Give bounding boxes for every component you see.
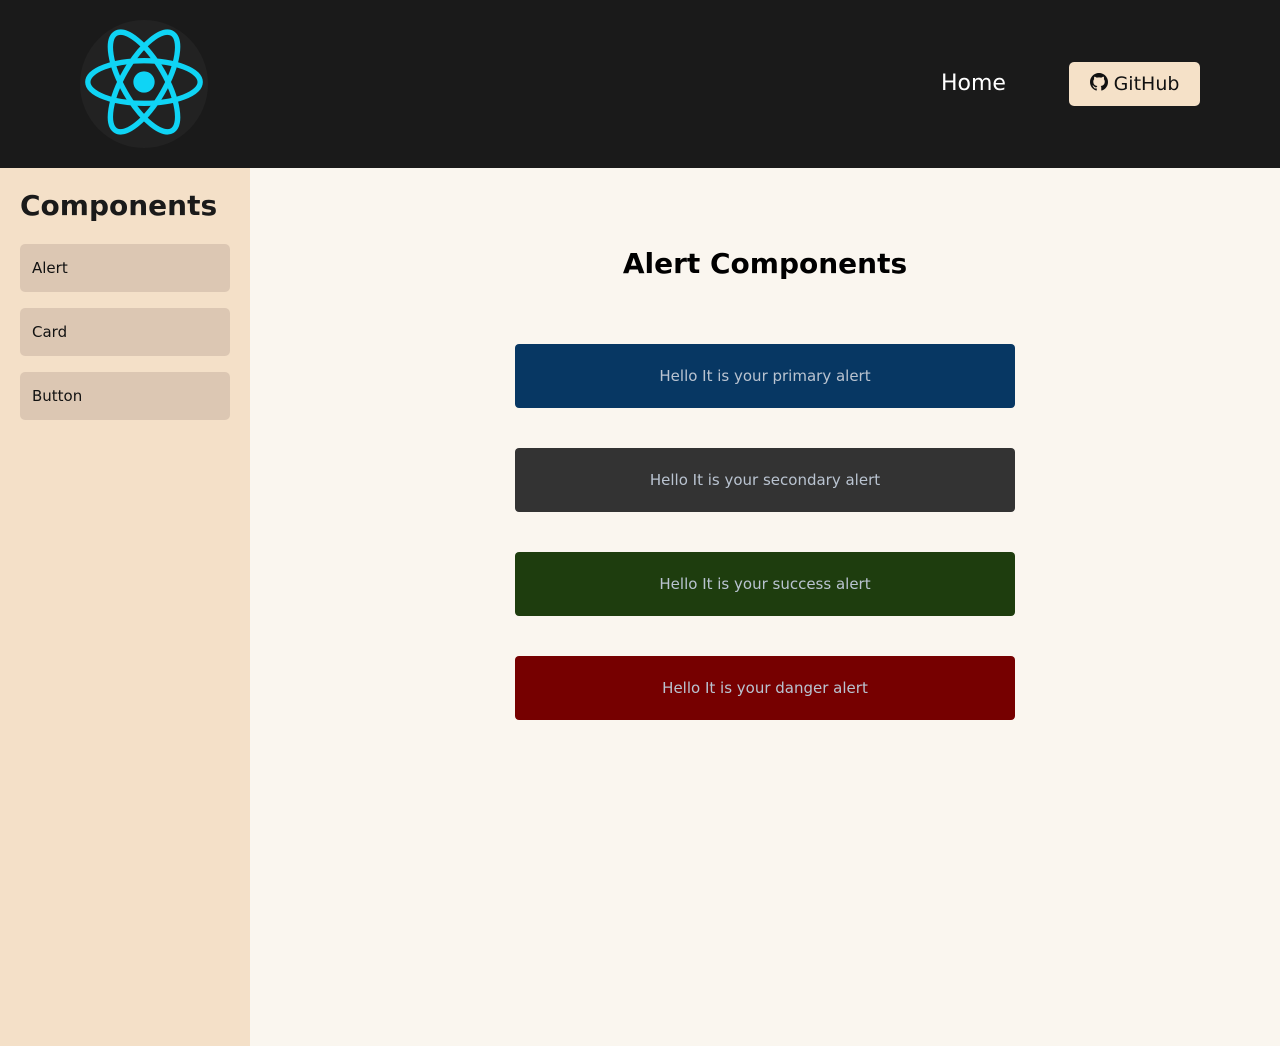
sidebar-item-alert[interactable]: Alert xyxy=(20,244,230,292)
app-header: Home GitHub xyxy=(0,0,1280,168)
alert-primary: Hello It is your primary alert xyxy=(515,344,1015,408)
alert-danger: Hello It is your danger alert xyxy=(515,656,1015,720)
sidebar-item-button[interactable]: Button xyxy=(20,372,230,420)
alert-secondary: Hello It is your secondary alert xyxy=(515,448,1015,512)
github-icon xyxy=(1089,72,1108,96)
sidebar-item-card[interactable]: Card xyxy=(20,308,230,356)
page-title: Alert Components xyxy=(622,247,908,280)
github-button[interactable]: GitHub xyxy=(1069,62,1200,106)
nav-home-link[interactable]: Home xyxy=(941,70,1006,98)
react-atom-icon xyxy=(82,20,206,148)
alert-success: Hello It is your success alert xyxy=(515,552,1015,616)
sidebar: Components Alert Card Button xyxy=(0,168,250,1046)
github-button-label: GitHub xyxy=(1113,73,1180,95)
main-content: Alert Components Hello It is your primar… xyxy=(250,168,1280,1046)
sidebar-title: Components xyxy=(20,189,218,222)
logo[interactable] xyxy=(80,20,208,148)
